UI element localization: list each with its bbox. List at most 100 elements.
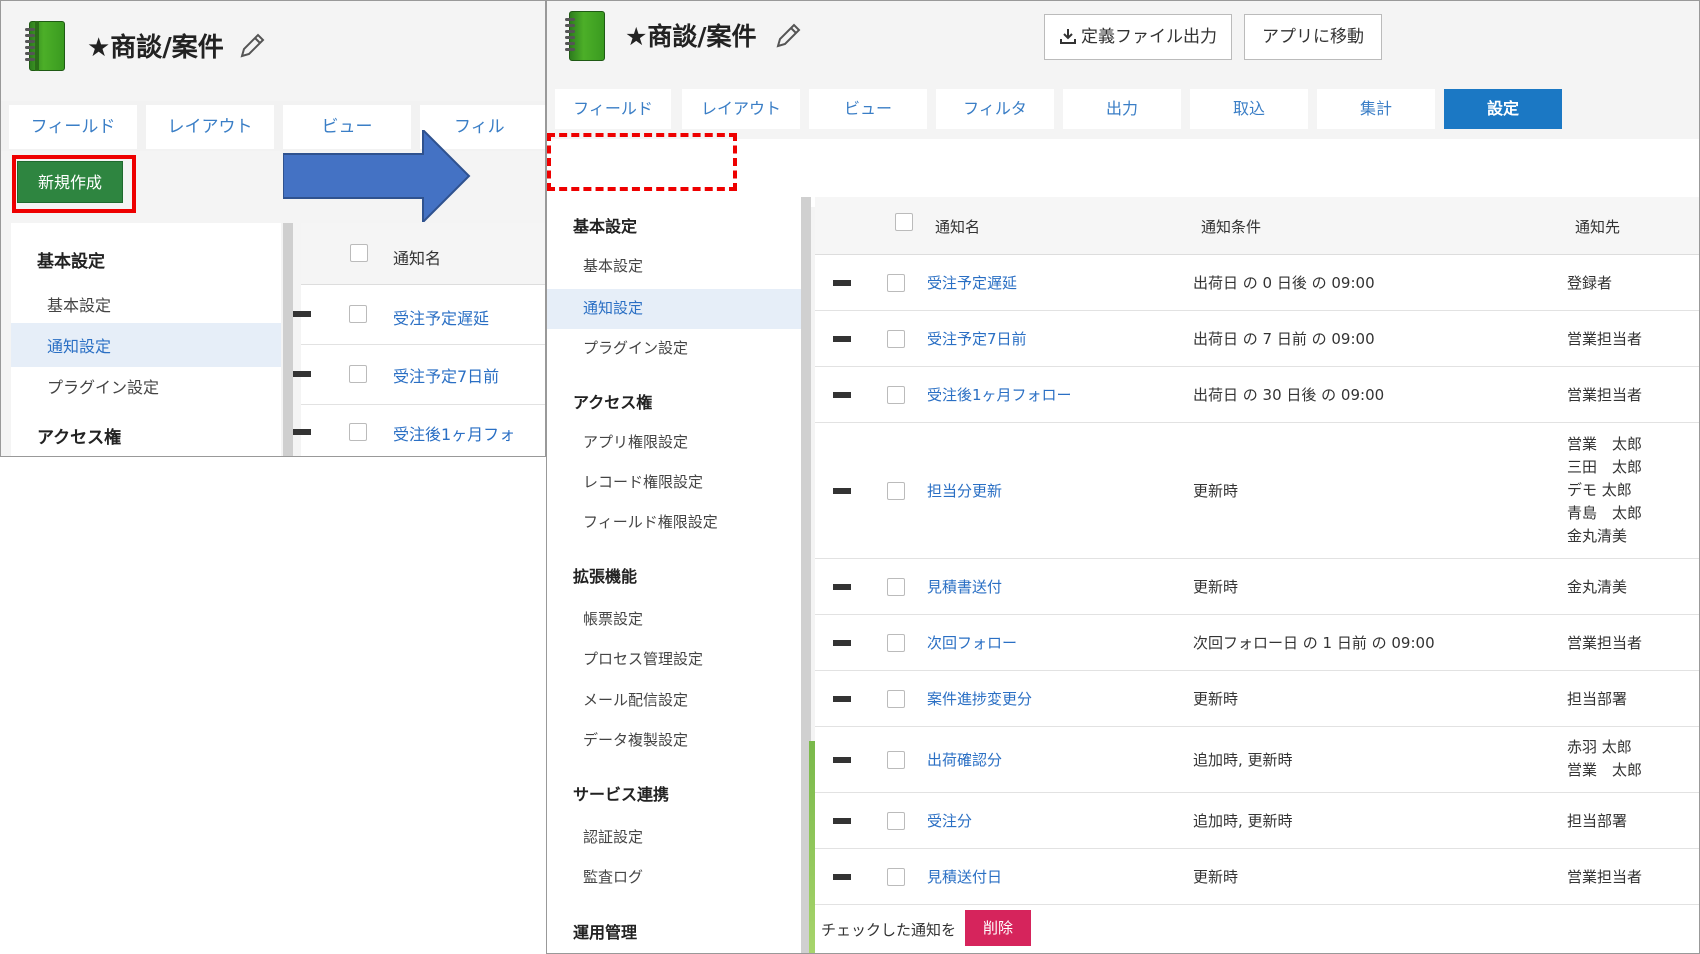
notification-recipient: 赤羽 太郎: [1567, 738, 1632, 756]
menu-item-data-copy-settings[interactable]: データ複製設定: [583, 729, 688, 750]
drag-handle-icon[interactable]: [833, 818, 851, 824]
tab-layout[interactable]: レイアウト: [682, 89, 800, 129]
menu-item-record-permissions[interactable]: レコード権限設定: [583, 471, 703, 492]
menu-item-auth-settings[interactable]: 認証設定: [583, 826, 643, 847]
notification-link[interactable]: 受注後1ヶ月フォ: [393, 421, 515, 445]
drag-handle-icon[interactable]: [833, 336, 851, 342]
right-screenshot-panel: ★商談/案件 定義ファイル出力 アプリに移動 フィールド レイアウト ビュー フ…: [546, 0, 1700, 954]
menu-item-plugin-settings[interactable]: プラグイン設定: [583, 337, 688, 358]
notification-condition: 更新時: [1193, 868, 1239, 886]
row-checkbox[interactable]: [887, 578, 905, 596]
row-checkbox[interactable]: [887, 812, 905, 830]
notification-condition: 更新時: [1193, 482, 1239, 500]
tab-field[interactable]: フィールド: [9, 105, 137, 149]
row-checkbox[interactable]: [887, 751, 905, 769]
drag-handle-icon[interactable]: [293, 311, 311, 317]
row-checkbox[interactable]: [349, 305, 367, 323]
notification-recipient: 青島 太郎: [1567, 504, 1643, 522]
download-icon: [1060, 29, 1076, 44]
menu-heading-basic: 基本設定: [573, 217, 638, 236]
notification-recipient: 登録者: [1567, 274, 1613, 292]
menu-heading-basic: 基本設定: [37, 252, 105, 272]
drag-handle-icon[interactable]: [833, 280, 851, 286]
row-checkbox[interactable]: [349, 365, 367, 383]
select-all-checkbox[interactable]: [895, 213, 913, 231]
menu-item-app-permissions[interactable]: アプリ権限設定: [583, 431, 688, 452]
drag-handle-icon[interactable]: [833, 640, 851, 646]
table-row: 受注予定遅延: [293, 285, 545, 345]
menu-item-notification-settings[interactable]: 通知設定: [47, 333, 111, 357]
menu-item-mail-settings[interactable]: メール配信設定: [583, 689, 688, 710]
row-checkbox[interactable]: [887, 482, 905, 500]
header-notification-recipients: 通知先: [1575, 218, 1621, 236]
drag-handle-icon[interactable]: [833, 584, 851, 590]
tab-output[interactable]: 出力: [1063, 89, 1181, 129]
header-notification-condition: 通知条件: [1201, 218, 1262, 236]
table-row: 担当分更新 更新時 営業 太郎 三田 太郎 デモ 太郎 青島 太郎 金丸清美: [815, 423, 1699, 559]
menu-heading-service-integration: サービス連携: [573, 785, 670, 804]
row-checkbox[interactable]: [349, 423, 367, 441]
menu-scrollbar[interactable]: [283, 223, 293, 456]
notification-condition: 次回フォロー日 の 1 日前 の 09:00: [1193, 634, 1435, 652]
edit-pencil-icon[interactable]: [237, 31, 267, 61]
table-row: 受注分 追加時, 更新時 担当部署: [815, 793, 1699, 849]
tab-field[interactable]: フィールド: [555, 89, 671, 129]
row-checkbox[interactable]: [887, 690, 905, 708]
tab-filter[interactable]: フィルタ: [936, 89, 1054, 129]
notification-link[interactable]: 受注予定遅延: [927, 272, 1017, 293]
drag-handle-icon[interactable]: [833, 696, 851, 702]
notification-link[interactable]: 見積書送付: [927, 576, 1002, 597]
menu-item-plugin-settings[interactable]: プラグイン設定: [47, 374, 159, 398]
notification-recipient: 営業担当者: [1567, 330, 1643, 348]
notification-link[interactable]: 受注後1ヶ月フォロー: [927, 384, 1072, 405]
notification-link[interactable]: 担当分更新: [927, 480, 1002, 501]
row-checkbox[interactable]: [887, 274, 905, 292]
row-checkbox[interactable]: [887, 386, 905, 404]
menu-item-field-permissions[interactable]: フィールド権限設定: [583, 511, 718, 532]
tab-settings[interactable]: 設定: [1444, 89, 1562, 129]
tab-layout[interactable]: レイアウト: [146, 105, 274, 149]
notification-link[interactable]: 受注予定遅延: [393, 305, 489, 329]
notification-link[interactable]: 次回フォロー: [927, 632, 1017, 653]
edit-pencil-icon[interactable]: [773, 21, 803, 51]
notification-recipient: デモ 太郎: [1567, 481, 1632, 499]
notification-link[interactable]: 受注予定7日前: [393, 363, 499, 387]
row-checkbox[interactable]: [887, 868, 905, 886]
settings-side-menu: 基本設定 基本設定 通知設定 プラグイン設定 アクセス権 アプリ権限設定 レコー…: [547, 197, 801, 953]
tab-import[interactable]: 取込: [1190, 89, 1308, 129]
select-all-checkbox[interactable]: [350, 244, 368, 262]
menu-item-process-settings[interactable]: プロセス管理設定: [583, 648, 703, 669]
row-checkbox[interactable]: [887, 634, 905, 652]
delete-button[interactable]: 削除: [965, 910, 1031, 946]
notification-link[interactable]: 受注分: [927, 810, 972, 831]
notification-link[interactable]: 見積送付日: [927, 866, 1002, 887]
drag-handle-icon[interactable]: [833, 757, 851, 763]
notification-recipient: 三田 太郎: [1567, 458, 1643, 476]
app-notebook-icon: [561, 11, 1699, 207]
notification-condition: 更新時: [1193, 578, 1239, 596]
notification-link[interactable]: 受注予定7日前: [927, 328, 1027, 349]
row-checkbox[interactable]: [887, 330, 905, 348]
notification-link[interactable]: 出荷確認分: [927, 749, 1002, 770]
notification-link[interactable]: 案件進捗変更分: [927, 688, 1032, 709]
checked-notification-label: チェックした通知を: [821, 921, 957, 939]
menu-heading-extensions: 拡張機能: [573, 567, 638, 586]
menu-item-basic-settings[interactable]: 基本設定: [583, 255, 643, 276]
drag-handle-icon[interactable]: [293, 429, 311, 435]
drag-handle-icon[interactable]: [833, 874, 851, 880]
drag-handle-icon[interactable]: [293, 371, 311, 377]
menu-item-form-settings[interactable]: 帳票設定: [583, 608, 643, 629]
go-to-app-button[interactable]: アプリに移動: [1244, 14, 1382, 60]
drag-handle-icon[interactable]: [833, 392, 851, 398]
tab-aggregate[interactable]: 集計: [1317, 89, 1435, 129]
notification-condition: 追加時, 更新時: [1193, 812, 1293, 830]
app-title: ★商談/案件: [87, 33, 224, 63]
tab-view[interactable]: ビュー: [809, 89, 927, 129]
menu-item-audit-log[interactable]: 監査ログ: [583, 866, 643, 887]
menu-item-notification-settings[interactable]: 通知設定: [583, 297, 643, 318]
export-definition-button[interactable]: 定義ファイル出力: [1044, 14, 1232, 60]
menu-item-basic-settings[interactable]: 基本設定: [47, 292, 111, 316]
export-definition-label: 定義ファイル出力: [1081, 27, 1217, 47]
drag-handle-icon[interactable]: [833, 488, 851, 494]
table-row: 受注予定7日前: [293, 345, 545, 405]
